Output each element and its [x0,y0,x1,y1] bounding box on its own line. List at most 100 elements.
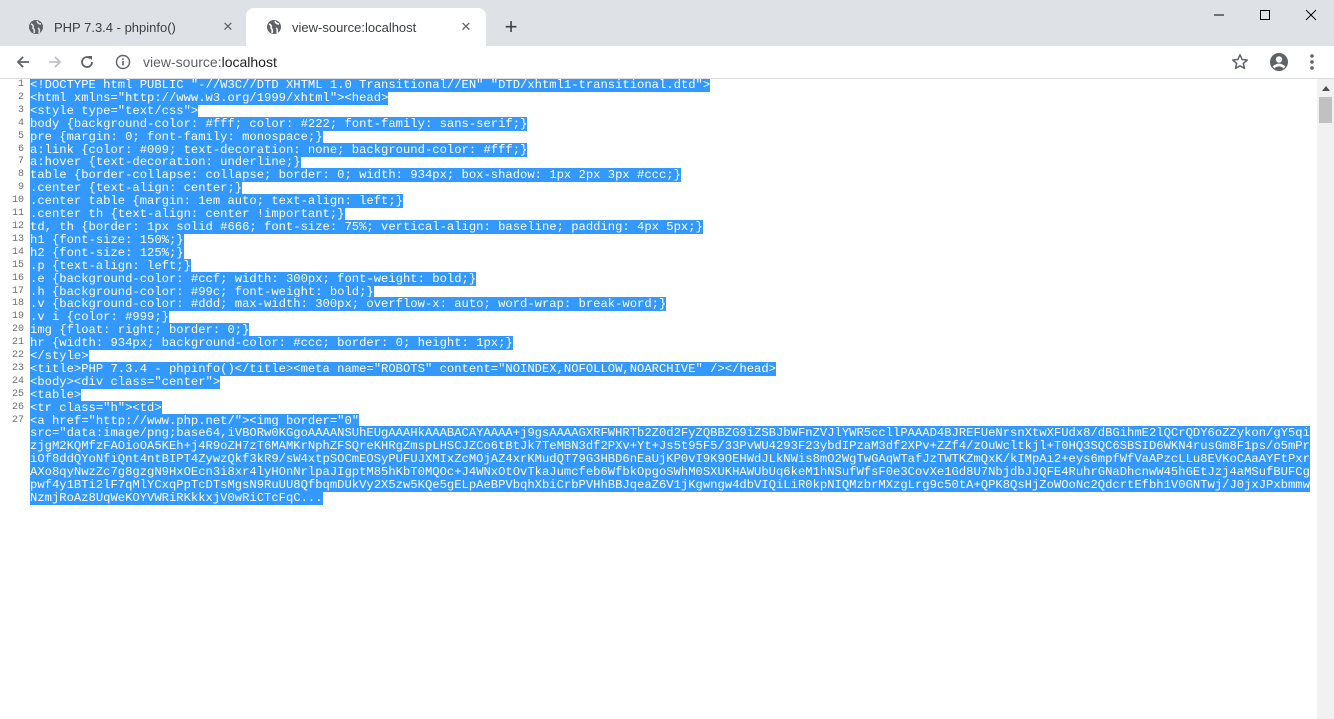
source-line: 2 <html xmlns="http://www.w3.org/1999/xht… [0,90,1310,105]
line-number: 7 [17,156,24,168]
source-line: 15 .p {text-align: left;} [0,258,1310,273]
line-content: .v {background-color: #ddd; max-width: 3… [30,297,1310,312]
line-text: .v {background-color: #ddd; max-width: 3… [30,297,667,312]
source-line: 3 <style type="text/css"> [0,103,1310,118]
line-number: 22 [11,350,24,362]
line-text: .h {background-color: #99c; font-weight:… [30,284,374,299]
line-number: 10 [11,195,24,207]
source-line: 22 </style> [0,349,1310,364]
line-number: 20 [11,324,24,336]
line-content: <html xmlns="http://www.w3.org/1999/xhtm… [30,90,1310,105]
source-lines: 1 <!DOCTYPE html PUBLIC "-//W3C//DTD XHTM… [0,79,1310,505]
line-text: a:hover {text-decoration: underline;} [30,155,301,170]
source-line: 16 .e {background-color: #ccf; width: 300… [0,271,1310,286]
tab-view-source[interactable]: view-source:localhost ✕ [246,8,486,46]
line-number: 1 [17,79,24,90]
minimize-icon[interactable] [1196,0,1242,30]
line-content: h2 {font-size: 125%;} [30,245,1310,260]
source-line: 26 <tr class="h"><td> [0,400,1310,415]
line-number: 4 [17,117,24,129]
line-number: 16 [11,272,24,284]
new-tab-button[interactable]: + [497,13,525,41]
line-content: <title>PHP 7.3.4 - phpinfo()</title><met… [30,361,1310,376]
line-text: a:link {color: #009; text-decoration: no… [30,142,528,157]
scrollbar-thumb[interactable] [1319,97,1332,123]
forward-arrow-icon[interactable] [41,48,69,76]
line-text: pre {margin: 0; font-family: monospace;} [30,129,323,144]
source-line: 5 pre {margin: 0; font-family: monospace;… [0,129,1310,144]
tab-title: PHP 7.3.4 - phpinfo() [54,19,176,35]
line-content: td, th {border: 1px solid #666; font-siz… [30,219,1310,234]
line-content: h1 {font-size: 150%;} [30,232,1310,247]
tab-phpinfo[interactable]: PHP 7.3.4 - phpinfo() ✕ [8,8,248,46]
line-text: <title>PHP 7.3.4 - phpinfo()</title><met… [30,361,776,376]
line-number: 13 [11,233,24,245]
line-number: 11 [11,208,24,220]
line-text: .center table {margin: 1em auto; text-al… [30,194,403,209]
line-text: <body><div class="center"> [30,374,221,389]
scroll-up-arrow-icon[interactable] [1317,79,1334,96]
line-text: .center th {text-align: center !importan… [30,207,345,222]
line-text: .e {background-color: #ccf; width: 300px… [30,271,477,286]
line-text: h1 {font-size: 150%;} [30,232,184,247]
url-host: localhost [221,54,277,70]
line-number: 9 [17,182,24,194]
line-number: 8 [17,169,24,181]
line-text: .center {text-align: center;} [30,181,243,196]
star-icon[interactable] [1226,48,1254,76]
back-arrow-icon[interactable] [9,48,37,76]
line-content: </style> [30,349,1310,364]
line-text: h2 {font-size: 125%;} [30,245,184,260]
source-line: 13 h1 {font-size: 150%;} [0,232,1310,247]
source-table: 1 <!DOCTYPE html PUBLIC "-//W3C//DTD XHTM… [0,79,1310,505]
profile-icon[interactable] [1265,48,1293,76]
close-tab-icon[interactable]: ✕ [458,19,474,35]
address-bar[interactable]: view-source: localhost [107,47,1257,77]
line-text: <html xmlns="http://www.w3.org/1999/xhtm… [30,90,389,105]
line-content: <style type="text/css"> [30,103,1310,118]
line-content: <table> [30,387,1310,402]
maximize-icon[interactable] [1242,0,1288,30]
line-text: .p {text-align: left;} [30,258,191,273]
line-number [0,427,30,504]
line-text: table {border-collapse: collapse; border… [30,168,681,183]
line-text: </style> [30,349,89,364]
tab-strip: PHP 7.3.4 - phpinfo() ✕ view-source:loca… [0,0,1334,46]
line-number: 15 [11,259,24,271]
source-line: src="data:image/png;base64,iVBORw0KGgoAA… [0,426,1310,505]
line-text: body {background-color: #fff; color: #22… [30,116,528,131]
line-content: <tr class="h"><td> [30,400,1310,415]
browser-toolbar: view-source: localhost [0,46,1334,79]
line-number: 17 [11,285,24,297]
line-number: 2 [17,91,24,103]
source-line: 14 h2 {font-size: 125%;} [0,245,1310,260]
source-line: 1 <!DOCTYPE html PUBLIC "-//W3C//DTD XHTM… [0,79,1310,92]
line-text: <style type="text/css"> [30,103,199,118]
source-line: 4 body {background-color: #fff; color: #2… [0,116,1310,131]
globe-icon [266,19,282,35]
line-text: src="data:image/png;base64,iVBORw0KGgoAA… [30,426,1310,505]
line-number: 5 [17,130,24,142]
close-tab-icon[interactable]: ✕ [220,19,236,35]
source-view[interactable]: 1 <!DOCTYPE html PUBLIC "-//W3C//DTD XHTM… [0,79,1317,719]
line-number: 27 [11,414,24,426]
line-text: td, th {border: 1px solid #666; font-siz… [30,219,703,234]
source-line: 24 <body><div class="center"> [0,374,1310,389]
close-icon[interactable] [1288,0,1334,30]
base64-image-data: src="data:image/png;base64,iVBORw0KGgoAA… [30,426,1310,505]
line-number: 6 [17,143,24,155]
tab-title: view-source:localhost [292,19,417,35]
line-content: pre {margin: 0; font-family: monospace;} [30,129,1310,144]
vertical-scrollbar[interactable] [1317,79,1334,719]
line-text: <tr class="h"><td> [30,400,162,415]
globe-icon [28,19,44,35]
line-content: body {background-color: #fff; color: #22… [30,116,1310,131]
line-text: <a href="http://www.php.net/"><img borde… [30,413,360,428]
source-line: 21 hr {width: 934px; background-color: #c… [0,336,1310,351]
kebab-menu-icon[interactable] [1298,48,1326,76]
line-number: 23 [11,362,24,374]
source-line: 12 td, th {border: 1px solid #666; font-s… [0,219,1310,234]
reload-icon[interactable] [73,48,101,76]
line-number: 14 [11,246,24,258]
info-icon[interactable] [115,54,131,70]
